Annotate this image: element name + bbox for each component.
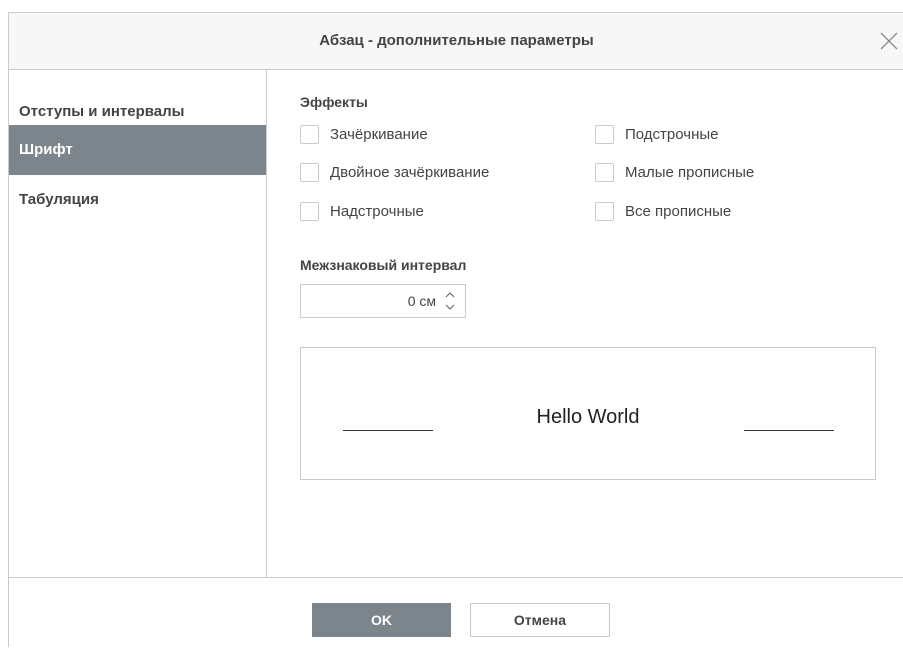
chevron-down-icon bbox=[445, 304, 455, 310]
dialog-title: Абзац - дополнительные параметры bbox=[319, 32, 594, 49]
character-spacing-input[interactable] bbox=[301, 285, 436, 317]
character-spacing-heading: Межзнаковый интервал bbox=[300, 257, 467, 273]
spin-down-button[interactable] bbox=[443, 301, 457, 314]
paragraph-settings-dialog: Абзац - дополнительные параметры Отступы… bbox=[8, 12, 903, 648]
sidebar: Отступы и интервалы Шрифт Табуляция bbox=[9, 70, 267, 577]
sidebar-item-tabs[interactable]: Табуляция bbox=[9, 175, 266, 225]
checkbox-box[interactable] bbox=[595, 162, 614, 182]
checkbox-box[interactable] bbox=[300, 201, 319, 221]
preview-line-left bbox=[343, 430, 433, 431]
preview-text: Hello World bbox=[536, 406, 640, 428]
small-caps-checkbox[interactable]: Малые прописные bbox=[595, 161, 754, 183]
strikethrough-checkbox[interactable]: Зачёркивание bbox=[300, 123, 428, 145]
cancel-button[interactable]: Отмена bbox=[470, 603, 610, 637]
settings-content: Эффекты Зачёркивание Двойное зачёркивани… bbox=[267, 70, 903, 577]
checkbox-box[interactable] bbox=[300, 162, 319, 182]
close-button[interactable] bbox=[877, 29, 901, 53]
ok-button[interactable]: OK bbox=[312, 603, 451, 637]
spin-up-button[interactable] bbox=[443, 288, 457, 301]
all-caps-checkbox[interactable]: Все прописные bbox=[595, 200, 731, 222]
checkbox-label: Подстрочные bbox=[625, 125, 719, 143]
checkbox-label: Надстрочные bbox=[330, 202, 424, 220]
preview-line-right bbox=[744, 430, 834, 431]
font-preview-box: Hello World bbox=[300, 347, 876, 480]
checkbox-label: Двойное зачёркивание bbox=[330, 163, 490, 181]
checkbox-label: Малые прописные bbox=[625, 163, 755, 181]
character-spacing-spinner[interactable] bbox=[300, 284, 466, 318]
dialog-footer: OK Отмена bbox=[9, 577, 903, 648]
dialog-header: Абзац - дополнительные параметры bbox=[9, 13, 903, 70]
double-strikethrough-checkbox[interactable]: Двойное зачёркивание bbox=[300, 161, 489, 183]
subscript-checkbox[interactable]: Подстрочные bbox=[595, 123, 719, 145]
superscript-checkbox[interactable]: Надстрочные bbox=[300, 200, 424, 222]
sidebar-item-font[interactable]: Шрифт bbox=[9, 125, 266, 175]
close-icon bbox=[880, 32, 898, 50]
checkbox-box[interactable] bbox=[300, 124, 319, 144]
effects-heading: Эффекты bbox=[300, 94, 368, 110]
chevron-up-icon bbox=[445, 292, 455, 298]
checkbox-box[interactable] bbox=[595, 124, 614, 144]
checkbox-label: Зачёркивание bbox=[330, 125, 428, 143]
checkbox-label: Все прописные bbox=[625, 202, 732, 220]
checkbox-box[interactable] bbox=[595, 201, 614, 221]
